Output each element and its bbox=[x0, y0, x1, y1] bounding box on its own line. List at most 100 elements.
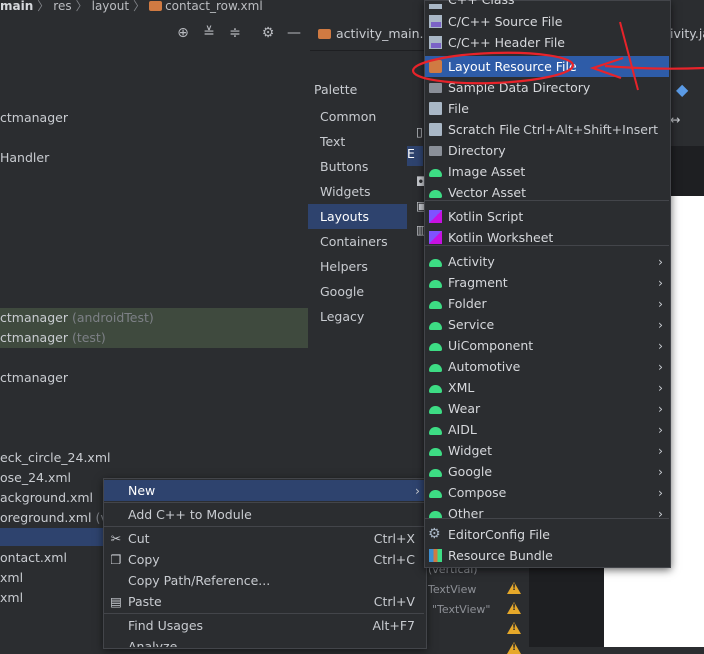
menu-item-label: UiComponent bbox=[448, 338, 534, 353]
menu-item-label: Fragment bbox=[448, 275, 508, 290]
new-menu-item-kotlin-script[interactable]: Kotlin Script bbox=[425, 206, 669, 227]
context-menu-add-cpp[interactable]: Add C++ to Module bbox=[104, 504, 424, 525]
tab-main-activity-java[interactable]: ivity.java bbox=[670, 26, 704, 41]
new-menu-item-layout-resource-file[interactable]: Layout Resource File bbox=[425, 56, 669, 77]
menu-item-label: Folder bbox=[448, 296, 487, 311]
tree-row[interactable]: eck_circle_24.xml bbox=[0, 448, 308, 468]
menu-item-label: Sample Data Directory bbox=[448, 80, 591, 95]
resize-icon[interactable]: ↔ bbox=[670, 112, 680, 127]
palette-category[interactable]: Buttons bbox=[308, 154, 407, 179]
breadcrumb-item-file[interactable]: contact_row.xml bbox=[165, 0, 263, 13]
tree-row[interactable]: ctmanager bbox=[0, 368, 308, 388]
new-menu-item-wear[interactable]: Wear › bbox=[425, 398, 669, 419]
new-menu-item-automotive[interactable]: Automotive › bbox=[425, 356, 669, 377]
new-menu-item-activity[interactable]: Activity › bbox=[425, 251, 669, 272]
tree-row[interactable]: ctmanager bbox=[0, 108, 308, 128]
chevron-right-icon: › bbox=[658, 254, 663, 269]
context-menu-analyze[interactable]: Analyze bbox=[104, 636, 424, 647]
component-tree-item[interactable]: TextView bbox=[428, 583, 476, 596]
palette-category[interactable]: Common bbox=[308, 104, 407, 129]
component-tree-item[interactable]: "TextView" bbox=[432, 603, 490, 616]
menu-item-label: Scratch File bbox=[448, 122, 521, 137]
palette-category[interactable]: Legacy bbox=[308, 304, 407, 329]
context-menu-find-usages[interactable]: Find Usages Alt+F7 bbox=[104, 615, 424, 636]
scissors-icon: ✂ bbox=[110, 531, 122, 546]
context-menu-copy-path[interactable]: Copy Path/Reference... bbox=[104, 570, 424, 591]
new-menu-item-service[interactable]: Service › bbox=[425, 314, 669, 335]
menu-separator bbox=[104, 502, 424, 503]
menu-separator bbox=[425, 200, 669, 201]
widget-icon[interactable]: E bbox=[407, 146, 423, 166]
context-menu-cut[interactable]: ✂ Cut Ctrl+X bbox=[104, 528, 424, 549]
locate-icon[interactable]: ⊕ bbox=[174, 20, 192, 46]
design-toolbar: ivity.java ◆ ↔ bbox=[670, 26, 704, 146]
new-menu-item-resource-bundle[interactable]: Resource Bundle bbox=[425, 545, 669, 566]
breadcrumb-item-layout[interactable]: layout bbox=[92, 0, 129, 13]
breadcrumb-item-res[interactable]: res bbox=[53, 0, 71, 13]
layers-icon[interactable]: ◆ bbox=[676, 80, 688, 99]
warning-icon[interactable] bbox=[507, 622, 521, 634]
new-menu-item-c-class[interactable]: C++ Class bbox=[425, 0, 669, 9]
widget-icon[interactable]: ▯ bbox=[416, 124, 423, 139]
gear-icon: ⚙ bbox=[428, 526, 441, 542]
design-preview bbox=[604, 566, 670, 647]
palette-category[interactable]: Containers bbox=[308, 229, 407, 254]
chevron-right-icon: › bbox=[658, 296, 663, 311]
warning-icon[interactable] bbox=[507, 582, 521, 594]
android-icon bbox=[429, 448, 442, 456]
new-menu-item-directory[interactable]: Directory bbox=[425, 140, 669, 161]
new-menu-item-file[interactable]: File bbox=[425, 98, 669, 119]
warning-icon[interactable] bbox=[507, 642, 521, 654]
warning-icon[interactable] bbox=[507, 602, 521, 614]
breadcrumb-item-main[interactable]: main bbox=[0, 0, 33, 13]
collapse-all-icon[interactable]: ≑ bbox=[226, 20, 244, 46]
android-icon bbox=[429, 364, 442, 372]
new-menu-item-xml[interactable]: XML › bbox=[425, 377, 669, 398]
menu-item-label: AIDL bbox=[448, 422, 477, 437]
palette-widget-strip: ▯ E ◘ ▣ ▥ bbox=[407, 100, 428, 260]
tree-row[interactable]: ctmanager (androidTest) bbox=[0, 308, 308, 328]
chevron-right-icon: › bbox=[415, 483, 420, 498]
new-menu-item-c-c-header-file[interactable]: C/C++ Header File bbox=[425, 32, 669, 53]
context-menu-copy[interactable]: ❐ Copy Ctrl+C bbox=[104, 549, 424, 570]
new-menu-item-other[interactable]: Other › bbox=[425, 503, 669, 524]
tree-row[interactable]: ctmanager (test) bbox=[0, 328, 308, 348]
chevron-right-icon: › bbox=[658, 380, 663, 395]
project-toolbar: ⊕ ≚ ≑ ⚙ — bbox=[0, 20, 310, 46]
new-menu-item-sample-data-directory[interactable]: Sample Data Directory bbox=[425, 77, 669, 98]
menu-item-label: XML bbox=[448, 380, 475, 395]
android-icon bbox=[429, 259, 442, 267]
menu-item-label: Service bbox=[448, 317, 495, 332]
menu-item-label: Widget bbox=[448, 443, 493, 458]
new-menu-item-folder[interactable]: Folder › bbox=[425, 293, 669, 314]
chevron-right-icon: › bbox=[658, 338, 663, 353]
new-menu-item-c-c-source-file[interactable]: C/C++ Source File bbox=[425, 11, 669, 32]
menu-item-label: Compose bbox=[448, 485, 507, 500]
expand-all-icon[interactable]: ≚ bbox=[200, 20, 218, 46]
gear-icon[interactable]: ⚙ bbox=[259, 20, 277, 46]
new-menu-item-fragment[interactable]: Fragment › bbox=[425, 272, 669, 293]
new-menu-item-widget[interactable]: Widget › bbox=[425, 440, 669, 461]
new-menu-item-scratch-file[interactable]: Scratch File Ctrl+Alt+Shift+Insert bbox=[425, 119, 669, 140]
palette-category[interactable]: Helpers bbox=[308, 254, 407, 279]
new-menu-item-google[interactable]: Google › bbox=[425, 461, 669, 482]
menu-separator bbox=[425, 245, 669, 246]
chevron-right-icon: › bbox=[658, 506, 663, 521]
context-menu-new[interactable]: New › bbox=[104, 480, 424, 501]
new-menu-item-image-asset[interactable]: Image Asset bbox=[425, 161, 669, 182]
android-icon bbox=[429, 301, 442, 309]
palette-category[interactable]: Google bbox=[308, 279, 407, 304]
new-menu-item-editorconfig-file[interactable]: ⚙ EditorConfig File bbox=[425, 524, 669, 545]
menu-item-label: Activity bbox=[448, 254, 495, 269]
new-menu-item-aidl[interactable]: AIDL › bbox=[425, 419, 669, 440]
menu-item-label: Directory bbox=[448, 143, 506, 158]
layout-file-icon bbox=[429, 60, 442, 73]
palette-category[interactable]: Text bbox=[308, 129, 407, 154]
palette-category-selected[interactable]: Layouts bbox=[308, 204, 407, 229]
context-menu-paste[interactable]: ▤ Paste Ctrl+V bbox=[104, 591, 424, 612]
palette-category[interactable]: Widgets bbox=[308, 179, 407, 204]
tree-row[interactable]: Handler bbox=[0, 148, 308, 168]
new-menu-item-uicomponent[interactable]: UiComponent › bbox=[425, 335, 669, 356]
minimize-icon[interactable]: — bbox=[285, 20, 303, 46]
new-menu-item-compose[interactable]: Compose › bbox=[425, 482, 669, 503]
